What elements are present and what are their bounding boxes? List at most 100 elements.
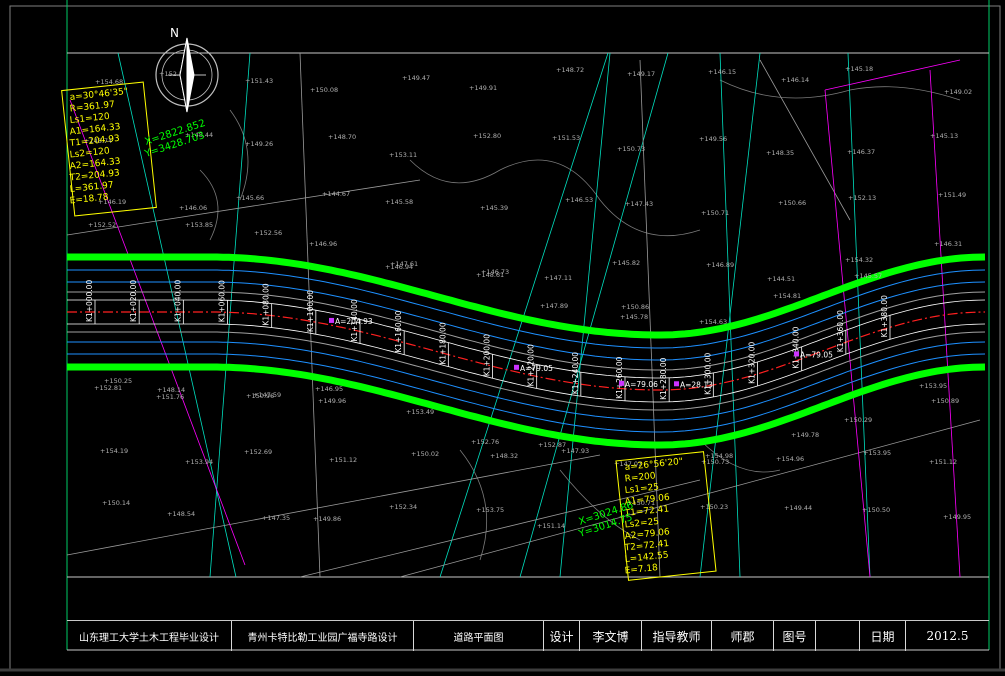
elevation-label: +150.50: [862, 506, 890, 514]
outer-frame: [9, 5, 1001, 670]
contour-line: [229, 109, 249, 201]
map-area: +154.68+152.53+151.43+150.08+149.47+149.…: [66, 52, 986, 578]
elevation-label: +151.49: [938, 191, 966, 199]
grid-line: [824, 89, 871, 578]
station-label: K1+380.00: [880, 295, 889, 337]
elevation-label: +149.26: [245, 140, 273, 148]
elevation-label: +149.47: [402, 74, 430, 82]
road-edge-north: [67, 253, 986, 339]
north-arrow-icon: N: [155, 26, 219, 113]
elevation-label: +146.95: [315, 385, 343, 393]
elevation-label: +153.11: [389, 151, 417, 159]
elevation-label: +146.15: [708, 68, 736, 76]
elevation-label: +152.56: [254, 229, 282, 237]
grid-line: [66, 179, 421, 236]
elevation-label: +146.14: [781, 76, 809, 84]
elevation-label: +154.98: [705, 452, 733, 460]
station-label: K1+320.00: [748, 341, 757, 383]
title-date-label: 日期: [860, 621, 906, 651]
curve-point-marker: [329, 317, 334, 323]
elevation-label: +152.13: [848, 194, 876, 202]
elevation-label: +150.96: [246, 392, 274, 400]
elevation-label: +149.44: [784, 504, 812, 512]
elevation-label: +145.13: [930, 132, 958, 140]
title-advisor-label: 指导教师: [642, 621, 712, 651]
grid-line: [66, 454, 601, 556]
elevation-label: +148.32: [490, 452, 518, 460]
station-label: K1+020.00: [129, 280, 138, 322]
elevation-label: +150.71: [701, 209, 729, 217]
elevation-label: +152.34: [389, 503, 417, 511]
title-drawing-name: 道路平面图: [414, 621, 544, 651]
curve-point-marker: [674, 381, 679, 387]
elevation-label: +147.11: [544, 274, 572, 282]
curve-mark-label: A=79.05: [800, 350, 833, 359]
elevation-label: +150.23: [700, 503, 728, 511]
elevation-label: +148.54: [167, 510, 195, 518]
contour-line: [459, 449, 488, 561]
elevation-label: +151.14: [537, 522, 565, 530]
station-label: K1+160.00: [394, 310, 403, 352]
curve-point-marker: [619, 380, 624, 386]
elevation-label: +145.39: [480, 204, 508, 212]
title-design-label: 设计: [544, 621, 580, 651]
elevation-label: +148.70: [328, 133, 356, 141]
station-label: K1+240.00: [571, 352, 580, 394]
elevation-label: +150.89: [931, 397, 959, 405]
elevation-label: +152.69: [244, 448, 272, 456]
elevation-label: +145.66: [236, 194, 264, 202]
curve-point-marker: [794, 351, 799, 357]
grid-line: [759, 59, 851, 221]
elevation-label: +147.43: [625, 200, 653, 208]
drawing-canvas: +154.68+152.53+151.43+150.08+149.47+149.…: [0, 0, 1005, 672]
elevation-label: +145.18: [845, 65, 873, 73]
title-designer: 李文博: [580, 621, 642, 651]
elevation-label: +149.86: [313, 515, 341, 523]
title-date: 2012.5: [926, 629, 969, 643]
curve-mark-label: A=204.93: [335, 317, 373, 326]
elevation-label: +153.95: [863, 449, 891, 457]
elevation-label: +148.61: [476, 271, 504, 279]
elevation-label: +149.95: [943, 513, 971, 521]
elevation-label: +146.31: [934, 240, 962, 248]
elevation-label: +147.93: [561, 447, 589, 455]
title-project: 青州卡特比勒工业园广福寺路设计: [232, 621, 414, 651]
elevation-label: +151.53: [552, 134, 580, 142]
elevation-label: +150.66: [778, 199, 806, 207]
elevation-label: +153.49: [406, 408, 434, 416]
station-label: K1+360.00: [836, 310, 845, 352]
elevation-label: +154.96: [776, 455, 804, 463]
elevation-label: +149.17: [627, 70, 655, 78]
elevation-label: +151.43: [245, 77, 273, 85]
north-label: N: [170, 26, 179, 40]
curve-mark-label: A=79.05: [520, 364, 553, 373]
elevation-label: +146.53: [565, 196, 593, 204]
elevation-label: +154.32: [845, 256, 873, 264]
station-label: K1+060.00: [218, 280, 227, 322]
elevation-label: +149.91: [469, 84, 497, 92]
curve-element-line: E=7.18: [624, 563, 658, 576]
elevation-label: +145.78: [620, 313, 648, 321]
elevation-label: +146.06: [179, 204, 207, 212]
elevation-label: +150.86: [621, 303, 649, 311]
title-drawing-no-label: 图号: [774, 621, 816, 651]
elevation-label: +149.56: [699, 135, 727, 143]
curve-mark-label: A=79.06: [625, 380, 658, 389]
elevation-label: +154.19: [100, 447, 128, 455]
title-advisor: 师郡: [712, 621, 774, 651]
elevation-label: +152.52: [88, 221, 116, 229]
curve-point-marker: [514, 364, 519, 370]
station-label: K1+080.00: [262, 283, 271, 325]
grid-line: [719, 52, 741, 578]
elevation-label: +153.95: [919, 382, 947, 390]
elevation-label: +154.81: [773, 292, 801, 300]
elevation-label: +151.12: [329, 456, 357, 464]
elevation-label: +146.37: [847, 148, 875, 156]
elevation-label: +146.94: [385, 263, 413, 271]
elevation-label: +145.82: [612, 259, 640, 267]
elevation-label: +152.80: [473, 132, 501, 140]
grid-line: [929, 69, 961, 578]
elevation-label: +145.57: [854, 272, 882, 280]
station-label: K1+180.00: [438, 322, 447, 364]
station-label: K1+280.00: [659, 357, 668, 399]
